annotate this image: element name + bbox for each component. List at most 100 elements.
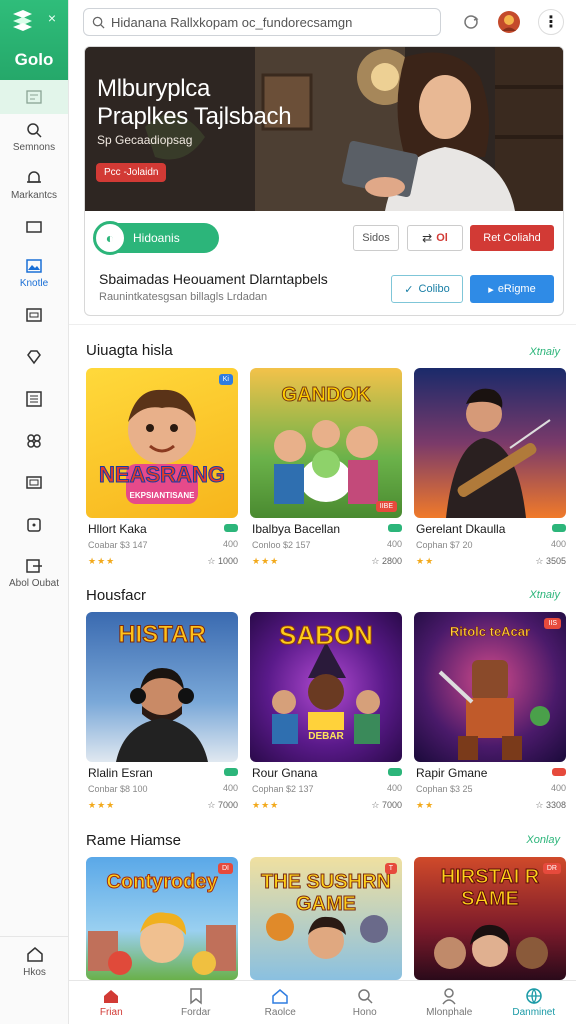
sidebar-item-tv[interactable]: [0, 462, 68, 504]
chat-icon: ◐: [93, 221, 127, 255]
erigme-button[interactable]: ▸ eRigme: [470, 275, 554, 303]
status-badge: [388, 524, 402, 532]
sidebar-item-label: Semnons: [12, 142, 56, 153]
sidebar-item-calendar[interactable]: [0, 294, 68, 336]
hero-pill-label: Hidoanis: [133, 231, 180, 245]
nav-tab-mlonphale[interactable]: Mlonphale: [407, 981, 492, 1024]
section-more-link[interactable]: Xonlay: [526, 834, 560, 846]
hero-title-line1: Mlburyplca: [97, 75, 211, 102]
erigme-label: eRigme: [497, 283, 536, 295]
sidebar-item-folder[interactable]: [0, 206, 68, 248]
ret-coliahd-button[interactable]: Ret Coliahd: [470, 225, 554, 251]
nav-tab-label: Frian: [99, 1007, 123, 1018]
sidebar-item-list[interactable]: [0, 378, 68, 420]
sidebar-item-gamepad[interactable]: [0, 420, 68, 462]
sidos-button[interactable]: Sidos: [353, 225, 399, 251]
game-art-subtext: DEBAR: [308, 730, 344, 742]
game-download-count: ☆ 3308: [535, 800, 566, 811]
game-badge: T: [384, 863, 397, 874]
sidebar-item-label: Abol Oubat: [8, 578, 60, 589]
nav-tab-label: Raolce: [264, 1007, 296, 1018]
game-card[interactable]: SABON DEBAR Rour Gnana Cophan $2 137 400…: [250, 612, 402, 810]
game-card[interactable]: GANDOK IIBE Ibalbya Bacellan Conloo $2 1…: [250, 368, 402, 566]
sidebar-item-wallet[interactable]: [0, 504, 68, 546]
status-badge: [224, 524, 238, 532]
gamepad-icon: [27, 434, 41, 448]
calendar-icon: [26, 308, 42, 322]
game-card[interactable]: Ritolc teAcar IIS Rapir Gmane Cophan $3 …: [414, 612, 566, 810]
game-price: Conloo $2 157: [252, 540, 311, 550]
nav-tab-raolce[interactable]: Raolce: [238, 981, 323, 1024]
home-icon: [26, 947, 43, 962]
game-thumbnail: HIRSTAI R SAME DR: [414, 857, 566, 980]
avatar[interactable]: [497, 10, 521, 34]
close-icon[interactable]: ×: [48, 10, 56, 26]
game-thumbnail: [414, 368, 566, 518]
logout-icon: [26, 559, 42, 573]
more-options-button[interactable]: ⋮: [538, 9, 564, 35]
game-number: 400: [550, 539, 566, 549]
game-download-count-value: 1000: [217, 556, 238, 566]
game-card[interactable]: Contyrodey DI: [86, 857, 238, 980]
hero-pill-button[interactable]: ◐ Hidoanis: [93, 221, 219, 255]
game-badge: Ki: [218, 374, 233, 385]
nav-tab-fordar[interactable]: Fordar: [154, 981, 239, 1024]
game-badge: IIBE: [375, 501, 397, 512]
nav-tab-frian[interactable]: Frian: [69, 981, 154, 1024]
nav-tab-danminet[interactable]: Danminet: [492, 981, 576, 1024]
hero-title-line2: Praplkes Tajlsbach: [97, 103, 292, 130]
status-badge: [388, 768, 402, 776]
game-card[interactable]: HISTAR Rlalin Esran Conbar $8 100 400 ★★…: [86, 612, 238, 810]
ol-label: Ol: [436, 232, 448, 244]
sidebar-item-knotle[interactable]: Knotle: [0, 252, 68, 294]
hero-tag[interactable]: Pcc -Jolaidn: [96, 163, 167, 182]
search-bar[interactable]: [83, 8, 441, 36]
game-card[interactable]: THE SUSHRN GAME T: [250, 857, 402, 980]
sidebar-item-markantcs[interactable]: Markantcs: [0, 164, 68, 206]
game-thumbnail: HISTAR: [86, 612, 238, 762]
ol-button[interactable]: ⇄ Ol: [407, 225, 463, 251]
sidebar-item-collapse[interactable]: [0, 80, 68, 114]
sidebar-item-abol-oubat[interactable]: Abol Oubat: [0, 552, 68, 594]
hero-subtitle: Sp Gecaadiopsag: [97, 133, 193, 147]
brand-header: × Golo: [0, 0, 68, 80]
game-title: Rour Gnana: [252, 766, 318, 780]
sidebar-item-hkos[interactable]: Hkos: [0, 936, 69, 986]
game-rating: ★★★: [88, 800, 116, 810]
bookmark-icon: [190, 988, 202, 1005]
game-rating: ★★★: [88, 556, 116, 566]
nav-tab-label: Mlonphale: [426, 1007, 473, 1018]
gem-icon: [27, 350, 41, 365]
game-card[interactable]: NEASRANG EKPSIANTISANE Ki Hllort Kaka Co…: [86, 368, 238, 566]
game-number: 400: [386, 539, 402, 549]
game-thumbnail: NEASRANG EKPSIANTISANE Ki: [86, 368, 238, 518]
hero-card: Mlburyplca Praplkes Tajlsbach Sp Gecaadi…: [84, 46, 564, 316]
star-outline-icon: ☆: [207, 800, 218, 810]
nav-tab-hono[interactable]: Hono: [323, 981, 408, 1024]
sidebar-item-semnons[interactable]: Semnons: [0, 116, 68, 158]
game-number: 400: [222, 539, 238, 549]
nav-tab-label: Hono: [352, 1007, 377, 1018]
section-more-link[interactable]: Xtnaiy: [529, 589, 560, 601]
image-icon: [26, 259, 42, 273]
status-badge: [552, 768, 566, 776]
top-bar: ⋮: [69, 0, 576, 44]
game-thumbnail: SABON DEBAR: [250, 612, 402, 762]
sidebar-item-label: Markantcs: [10, 190, 58, 201]
game-card[interactable]: Gerelant Dkaulla Cophan $7 20 400 ★★ ☆ 3…: [414, 368, 566, 566]
game-thumbnail: Contyrodey DI: [86, 857, 238, 980]
search-input[interactable]: [111, 14, 431, 30]
section-title: Housfacr: [86, 587, 147, 604]
sidebar-item-gem[interactable]: [0, 336, 68, 378]
game-card[interactable]: HIRSTAI R SAME DR: [414, 857, 566, 980]
section-more-link[interactable]: Xtnaiy: [529, 346, 560, 358]
folder-icon: [26, 221, 42, 233]
list-icon: [26, 391, 42, 407]
sync-icon[interactable]: [459, 10, 483, 34]
bell-icon: [27, 171, 41, 183]
game-download-count: ☆ 7000: [371, 800, 402, 811]
colibo-button[interactable]: ✓ Colibo: [391, 275, 463, 303]
star-outline-icon: ☆: [535, 556, 546, 566]
hero-title: Mlburyplca Praplkes Tajlsbach: [97, 75, 292, 131]
game-rating: ★★: [416, 800, 435, 810]
